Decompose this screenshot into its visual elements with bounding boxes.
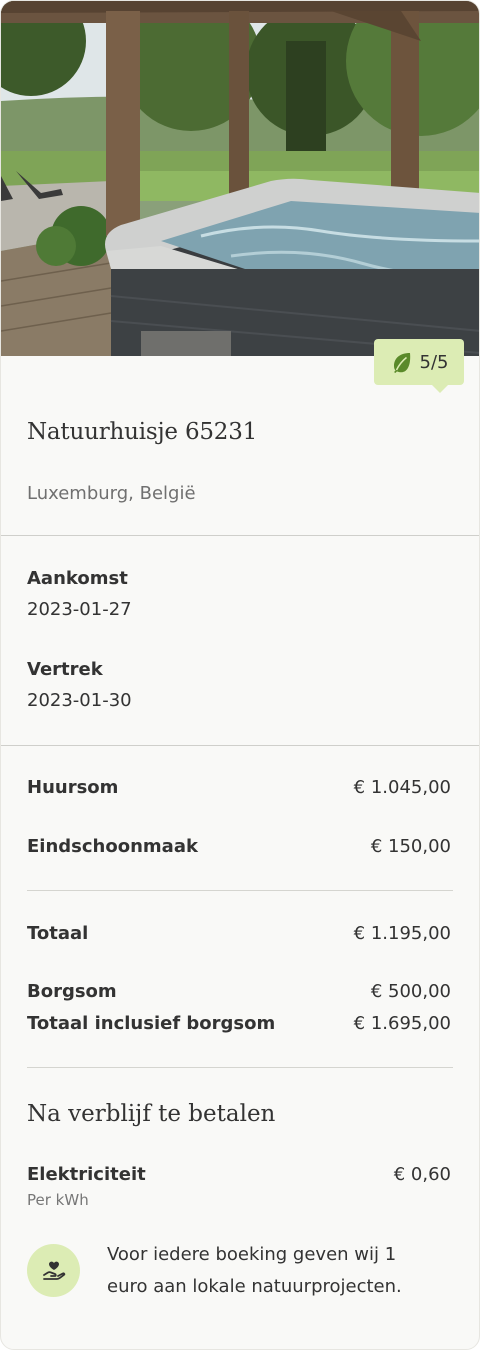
hot-tub-photo bbox=[1, 1, 479, 356]
listing-location: Luxemburg, België bbox=[27, 483, 196, 504]
arrival-label: Aankomst bbox=[27, 568, 128, 589]
electricity-amount: € 0,60 bbox=[393, 1164, 451, 1185]
deposit-amount: € 500,00 bbox=[370, 981, 451, 1002]
electricity-label: Elektriciteit bbox=[27, 1164, 146, 1185]
after-stay-title: Na verblijf te betalen bbox=[27, 1101, 276, 1127]
charity-message-line: euro aan lokale natuurprojecten. bbox=[107, 1276, 402, 1297]
cleaning-amount: € 150,00 bbox=[370, 836, 451, 857]
hand-heart-icon bbox=[42, 1261, 65, 1280]
electricity-unit: Per kWh bbox=[27, 1191, 89, 1209]
divider bbox=[27, 1067, 453, 1068]
divider bbox=[27, 890, 453, 891]
booking-summary-card: 5/5 Natuurhuisje 65231 Luxemburg, België… bbox=[0, 0, 480, 1350]
cleaning-label: Eindschoonmaak bbox=[27, 836, 198, 857]
total-label: Totaal bbox=[27, 923, 89, 944]
total-amount: € 1.195,00 bbox=[353, 923, 451, 944]
rent-amount: € 1.045,00 bbox=[353, 777, 451, 798]
eco-score-value: 5/5 bbox=[419, 351, 449, 373]
charity-message-line: Voor iedere boeking geven wij 1 bbox=[107, 1244, 397, 1265]
departure-date: 2023-01-30 bbox=[27, 690, 132, 711]
arrival-date: 2023-01-27 bbox=[27, 599, 132, 620]
total-incl-deposit-amount: € 1.695,00 bbox=[353, 1013, 451, 1034]
listing-title: Natuurhuisje 65231 bbox=[27, 419, 258, 445]
total-incl-deposit-label: Totaal inclusief borgsom bbox=[27, 1013, 276, 1034]
eco-score-badge[interactable]: 5/5 bbox=[374, 339, 464, 393]
divider bbox=[1, 535, 479, 536]
listing-photo[interactable] bbox=[1, 1, 479, 356]
charity-badge bbox=[27, 1244, 80, 1297]
rent-label: Huursom bbox=[27, 777, 119, 798]
departure-label: Vertrek bbox=[27, 659, 103, 680]
leaf-icon bbox=[393, 353, 410, 373]
divider bbox=[1, 745, 479, 746]
deposit-label: Borgsom bbox=[27, 981, 117, 1002]
charity-message: Voor iedere boeking geven wij 1 euro aan… bbox=[107, 1239, 457, 1303]
